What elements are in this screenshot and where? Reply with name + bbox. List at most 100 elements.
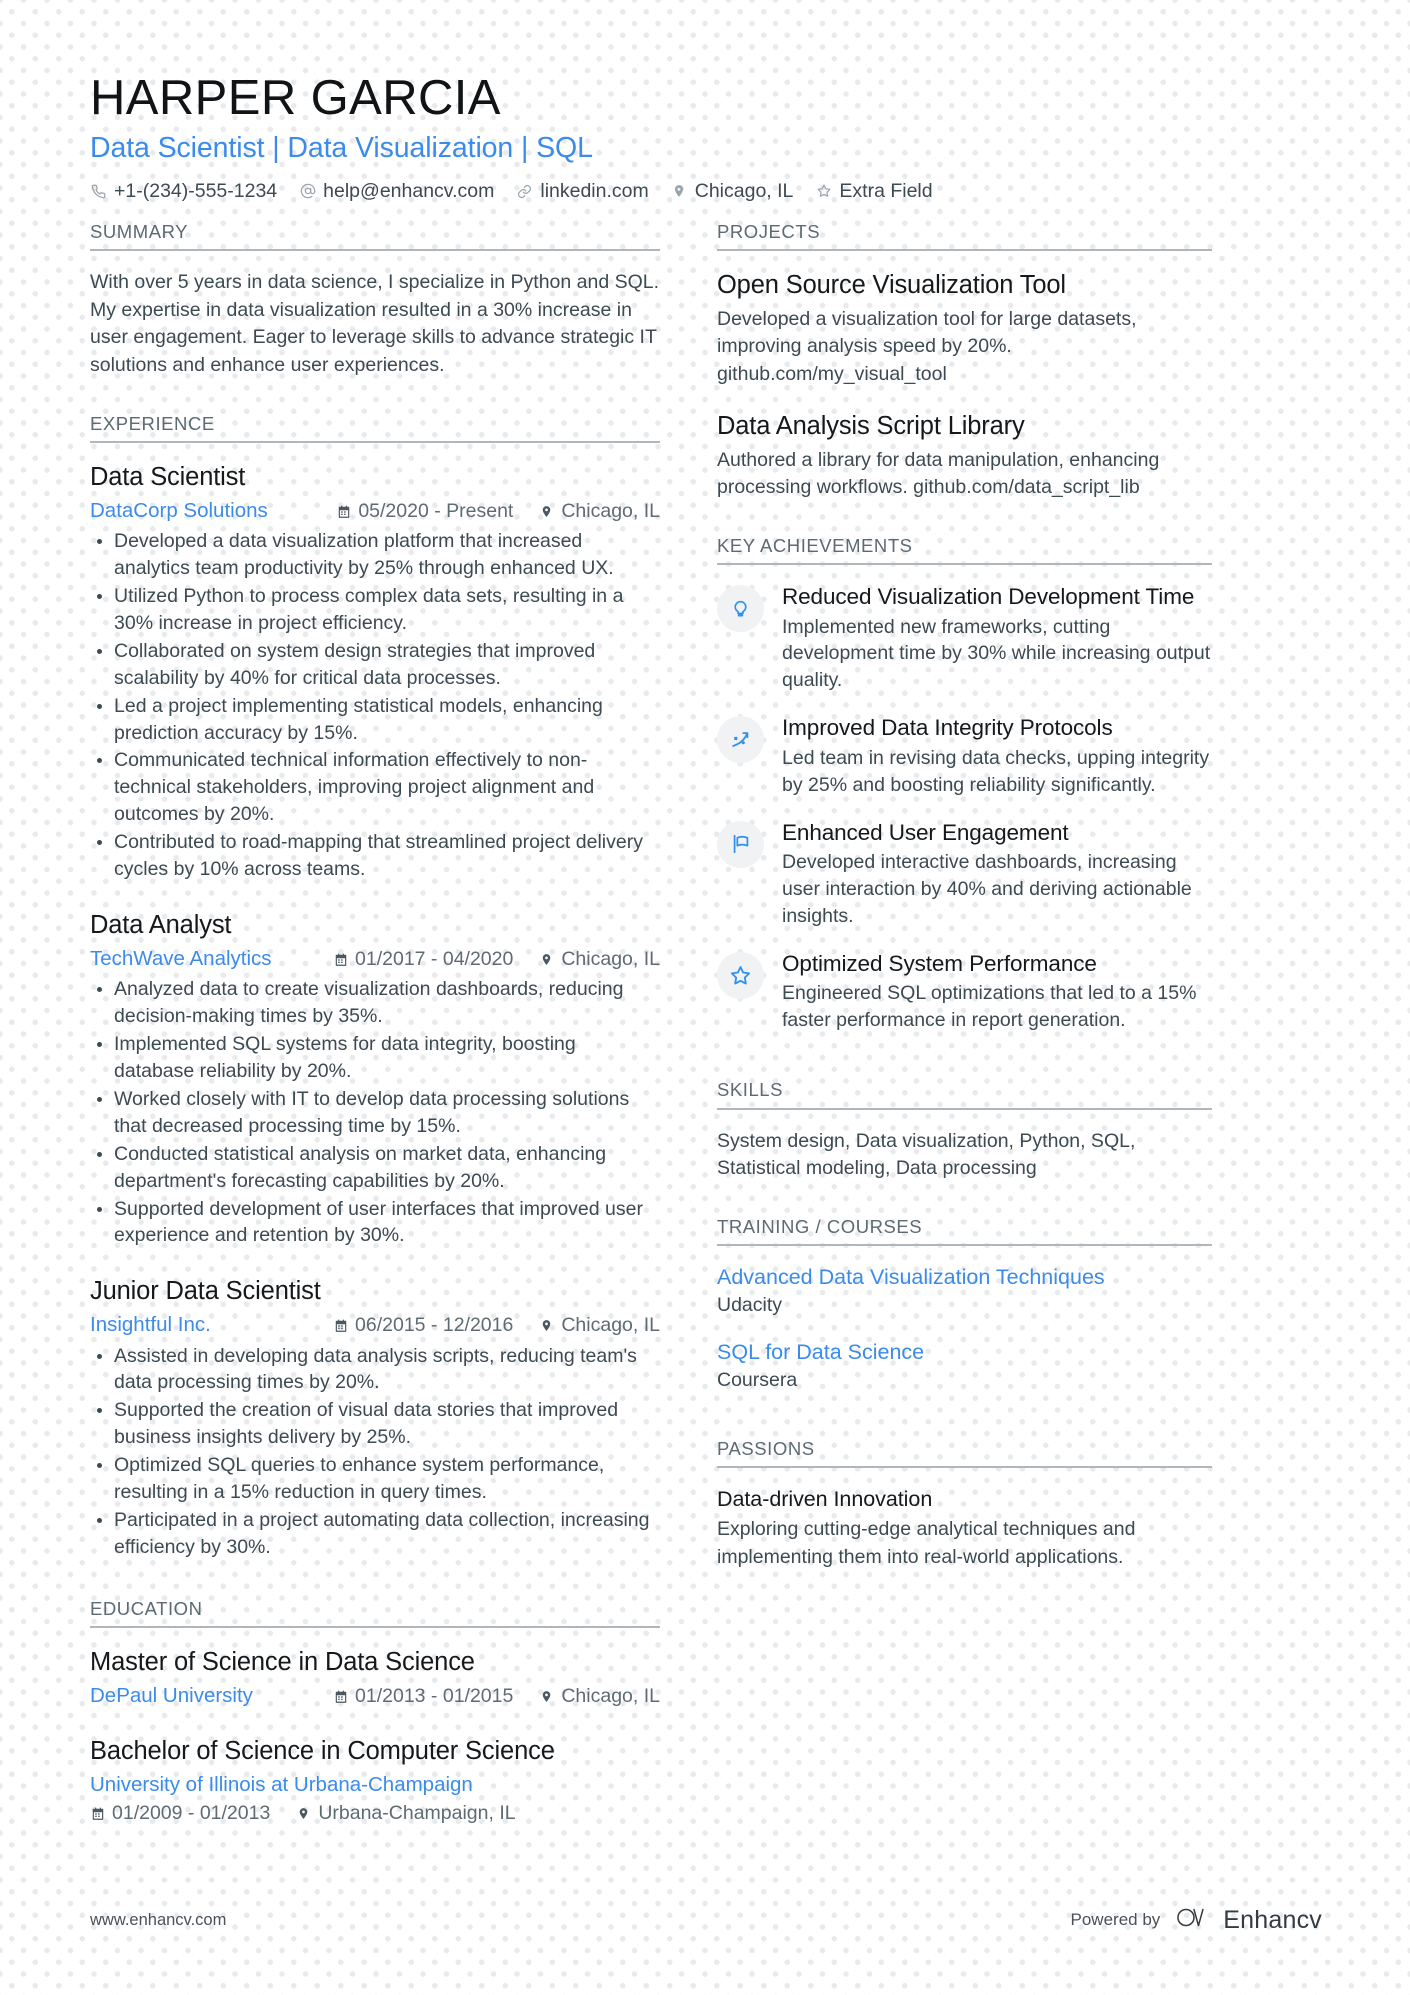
experience-role: Junior Data Scientist <box>90 1277 321 1306</box>
achievement-badge <box>717 820 764 868</box>
calendar-icon <box>333 1689 348 1705</box>
education-meta: DePaul University 01/2013 - 01/2015 Chic… <box>90 1683 660 1709</box>
calendar-icon <box>336 504 351 520</box>
achievement-body: Reduced Visualization Development Time I… <box>782 583 1212 694</box>
contact-email[interactable]: help@enhancv.com <box>299 180 494 203</box>
list-item: Conducted statistical analysis on market… <box>90 1141 660 1195</box>
contact-bar: +1-(234)-555-1234 help@enhancv.com linke… <box>90 180 1322 203</box>
contact-linkedin-text: linkedin.com <box>540 179 649 202</box>
section-summary: SUMMARY With over 5 years in data scienc… <box>90 220 660 380</box>
contact-location[interactable]: Chicago, IL <box>671 179 794 203</box>
experience-meta: DataCorp Solutions 05/2020 - Present Chi… <box>90 498 660 524</box>
achievement-item: Optimized System Performance Engineered … <box>717 950 1212 1034</box>
experience-company[interactable]: Insightful Inc. <box>90 1312 211 1338</box>
contact-extra-field[interactable]: Extra Field <box>815 179 933 203</box>
list-item: Implemented SQL systems for data integri… <box>90 1031 660 1085</box>
calendar-icon <box>333 952 348 968</box>
section-title-summary: SUMMARY <box>90 220 189 242</box>
calendar-icon <box>90 1806 105 1822</box>
contact-extra-field-text: Extra Field <box>839 179 933 202</box>
achievement-title: Enhanced User Engagement <box>782 819 1069 845</box>
section-title-skills: SKILLS <box>717 1079 784 1101</box>
list-item: Optimized SQL queries to enhance system … <box>90 1452 660 1506</box>
experience-role: Data Analyst <box>90 911 232 939</box>
footer-powered-by-label: Powered by <box>1070 1910 1161 1929</box>
email-icon <box>299 182 316 200</box>
education-school[interactable]: DePaul University <box>90 1683 253 1709</box>
experience-dates-text: 05/2020 - Present <box>358 499 514 522</box>
resume-page: HARPER GARCIA Data Scientist | Data Visu… <box>0 0 1410 1995</box>
list-item: Contributed to road-mapping that streaml… <box>90 829 660 883</box>
course-name[interactable]: SQL for Data Science <box>717 1339 1212 1367</box>
achievement-title: Optimized System Performance <box>782 950 1097 976</box>
experience-dates: 01/2017 - 04/2020 <box>333 948 513 971</box>
project-name: Data Analysis Script Library <box>717 411 1025 440</box>
education-location-text: Urbana-Champaign, IL <box>318 1801 516 1824</box>
experience-company[interactable]: TechWave Analytics <box>90 946 272 972</box>
section-rule <box>717 1107 1212 1110</box>
section-projects: PROJECTS Open Source Visualization Tool … <box>717 220 1212 502</box>
course-item: SQL for Data Science Coursera <box>717 1339 1212 1393</box>
section-passions: PASSIONS Data-driven Innovation Explorin… <box>717 1438 1212 1571</box>
education-dates-text: 01/2009 - 01/2013 <box>112 1801 271 1824</box>
education-degree: Bachelor of Science in Computer Science <box>90 1737 555 1766</box>
experience-location-text: Chicago, IL <box>561 499 660 522</box>
section-rule <box>717 1244 1212 1247</box>
section-rule <box>90 1626 660 1629</box>
experience-location-text: Chicago, IL <box>561 947 660 970</box>
education-school[interactable]: University of Illinois at Urbana-Champai… <box>90 1772 660 1798</box>
contact-phone[interactable]: +1-(234)-555-1234 <box>90 180 277 203</box>
project-item: Data Analysis Script Library Authored a … <box>717 410 1212 502</box>
footer-url[interactable]: www.enhancv.com <box>90 1911 226 1930</box>
experience-meta-right: 05/2020 - Present Chicago, IL <box>336 500 660 523</box>
achievement-item: Reduced Visualization Development Time I… <box>717 583 1212 694</box>
achievement-description: Led team in revising data checks, upping… <box>782 746 1210 796</box>
education-entry: Bachelor of Science in Computer Science … <box>90 1735 660 1824</box>
experience-bullets: Analyzed data to create visualization da… <box>90 976 660 1249</box>
right-column: PROJECTS Open Source Visualization Tool … <box>717 220 1212 1571</box>
contact-location-text: Chicago, IL <box>694 179 794 202</box>
footer-brand: Enhancv <box>1176 1905 1322 1935</box>
passion-description: Exploring cutting-edge analytical techni… <box>717 1518 1136 1568</box>
passion-name: Data-driven Innovation <box>717 1487 933 1512</box>
contact-linkedin[interactable]: linkedin.com <box>516 179 649 203</box>
section-training-courses: TRAINING / COURSES Advanced Data Visuali… <box>717 1216 1212 1393</box>
lightbulb-icon <box>730 598 751 619</box>
location-pin-icon <box>539 1688 554 1704</box>
education-meta-right: 01/2013 - 01/2015 Chicago, IL <box>333 1685 660 1708</box>
section-education: EDUCATION Master of Science in Data Scie… <box>90 1597 660 1825</box>
experience-meta-right: 06/2015 - 12/2016 Chicago, IL <box>333 1314 660 1337</box>
project-description: Authored a library for data manipulation… <box>717 449 1160 499</box>
header-role: Data Scientist | Data Visualization | SQ… <box>90 131 593 164</box>
course-name[interactable]: Advanced Data Visualization Techniques <box>717 1264 1212 1292</box>
page-footer: www.enhancv.com Powered by Enhancv <box>90 1905 1322 1935</box>
section-title-key-achievements: KEY ACHIEVEMENTS <box>717 534 913 556</box>
achievement-item: Enhanced User Engagement Developed inter… <box>717 819 1212 930</box>
star-icon <box>815 182 832 200</box>
location-pin-icon <box>539 503 554 519</box>
list-item: Utilized Python to process complex data … <box>90 583 660 637</box>
experience-entry: Data Analyst TechWave Analytics 01/2017 … <box>90 909 660 1249</box>
section-rule <box>717 248 1212 251</box>
list-item: Participated in a project automating dat… <box>90 1507 660 1561</box>
trend-arrow-icon <box>730 729 752 751</box>
section-rule <box>90 248 660 251</box>
education-location-text: Chicago, IL <box>561 1684 660 1707</box>
section-rule <box>717 562 1212 565</box>
list-item: Developed a data visualization platform … <box>90 528 660 582</box>
section-title-experience: EXPERIENCE <box>90 412 215 434</box>
section-key-achievements: KEY ACHIEVEMENTS Reduced Visualization D… <box>717 534 1212 1035</box>
experience-meta: TechWave Analytics 01/2017 - 04/2020 Chi… <box>90 946 660 972</box>
education-meta: 01/2009 - 01/2013 Urbana-Champaign, IL <box>90 1802 660 1825</box>
experience-company[interactable]: DataCorp Solutions <box>90 498 268 524</box>
section-experience: EXPERIENCE Data Scientist DataCorp Solut… <box>90 412 660 1561</box>
achievement-description: Engineered SQL optimizations that led to… <box>782 982 1197 1032</box>
location-pin-icon <box>539 1317 554 1333</box>
skills-text: System design, Data visualization, Pytho… <box>717 1129 1136 1180</box>
experience-dates-text: 06/2015 - 12/2016 <box>355 1313 514 1336</box>
achievement-badge <box>717 716 764 764</box>
section-title-education: EDUCATION <box>90 1597 203 1619</box>
section-title-projects: PROJECTS <box>717 220 821 242</box>
experience-location: Chicago, IL <box>539 1314 660 1337</box>
passion-item: Data-driven Innovation Exploring cutting… <box>717 1486 1212 1571</box>
